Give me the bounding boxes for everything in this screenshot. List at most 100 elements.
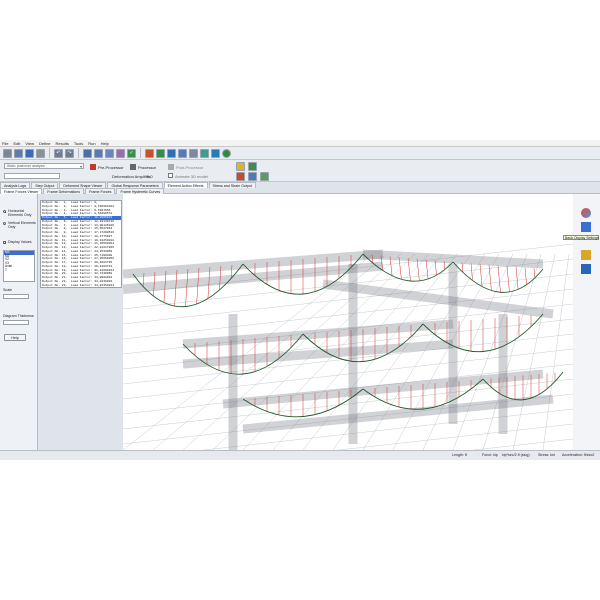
run-icon[interactable] — [145, 148, 154, 158]
frame-forces-diagram[interactable] — [123, 194, 573, 450]
moment-hatch — [506, 266, 510, 292]
postprocessor-button[interactable]: Post-Processor — [176, 165, 203, 170]
list-item[interactable]: T — [4, 268, 34, 273]
display-settings-icon[interactable] — [581, 208, 591, 218]
section-icon[interactable] — [105, 148, 114, 158]
axes-icon[interactable] — [581, 250, 591, 260]
deformation-amplifier-label: Deformation Amplifier: — [112, 174, 152, 179]
postprocessor-icon — [168, 164, 174, 170]
application-window: File Edit View Define Results Tools Run … — [0, 140, 600, 460]
output-step-item[interactable]: Output No. 10, Load Factor: 18,3775987 — [41, 235, 121, 239]
menu-results[interactable]: Results — [56, 141, 69, 146]
tooltip: Basic Display Settings — [563, 235, 599, 240]
node-icon[interactable] — [83, 148, 92, 158]
moment-hatch — [524, 267, 527, 285]
status-length: Length: ft — [452, 453, 467, 457]
menu-bar: File Edit View Define Results Tools Run … — [0, 140, 600, 147]
frame-icon[interactable] — [178, 148, 187, 158]
beam — [222, 369, 544, 409]
teal-icon[interactable] — [200, 148, 209, 158]
menu-run[interactable]: Run — [88, 141, 95, 146]
scale-stepper[interactable] — [3, 294, 29, 299]
output-step-item[interactable]: Output No. 2, Load Factor: 4,530904022 — [41, 205, 121, 209]
processor-button[interactable]: Processor — [138, 165, 156, 170]
output-icon[interactable] — [236, 162, 245, 171]
menu-define[interactable]: Define — [39, 141, 51, 146]
deformation-amplifier-value[interactable]: 5,0 — [147, 174, 153, 179]
moment-hatch — [461, 262, 464, 273]
animate-checkbox[interactable] — [168, 173, 173, 178]
tab-frame-forces[interactable]: Frame Forces — [85, 188, 116, 194]
vertical-elements-label: Vertical Elements Only — [8, 221, 36, 229]
grid-line — [392, 253, 500, 450]
3d-model-viewport[interactable] — [123, 194, 573, 450]
horizontal-elements-radio[interactable] — [3, 210, 6, 213]
analysis-toolbar: Static pushover analysis ▾ Pre-Processor … — [0, 160, 600, 182]
grid-line — [512, 253, 556, 450]
output-step-item[interactable]: Output No. 22, Load Factor: 34,0239093 — [41, 280, 121, 284]
display-values-label: Display Values — [8, 240, 32, 244]
view-icon[interactable] — [581, 222, 591, 232]
status-stress: Stress: ksf — [538, 453, 555, 457]
status-acceleration: Acceleration: ft/sec2 — [562, 453, 595, 457]
blue-icon[interactable] — [211, 148, 220, 158]
main-toolbar: ↶ ↷ ✓ — [0, 147, 600, 160]
scale-label: Scale — [3, 288, 12, 292]
help-button[interactable]: Help — [4, 334, 26, 341]
output-step-list[interactable]: Output No. 1, Load Factor: 0, Output No. … — [40, 200, 122, 288]
print-icon[interactable] — [36, 148, 45, 158]
chart-icon[interactable] — [236, 172, 245, 181]
redo-icon[interactable]: ↷ — [65, 148, 74, 158]
toolbar-separator — [140, 148, 141, 158]
moment-hatch — [407, 257, 411, 282]
thickness-stepper[interactable] — [3, 320, 29, 325]
preprocessor-button[interactable]: Pre-Processor — [98, 165, 124, 170]
undo-icon[interactable]: ↶ — [54, 148, 63, 158]
toolbar-separator — [78, 148, 79, 158]
menu-view[interactable]: View — [25, 141, 34, 146]
zoom-icon[interactable] — [581, 264, 591, 274]
processor-icon — [130, 164, 136, 170]
export-icon[interactable] — [260, 172, 269, 181]
component-list[interactable]: M3 M2 V2 V3 Axial T — [3, 250, 35, 282]
horizontal-elements-label: Horizontal Elements Only — [8, 209, 32, 217]
status-bar: Length: ft Force: kip kip*sec/2 ft (slug… — [0, 450, 600, 460]
settings-icon[interactable] — [189, 148, 198, 158]
moment-hatch — [479, 264, 483, 287]
toolbar-separator — [49, 148, 50, 158]
layers-icon[interactable] — [167, 148, 176, 158]
moment-hatch — [497, 265, 501, 293]
moment-hatch — [425, 259, 429, 279]
vertical-elements-radio[interactable] — [3, 222, 6, 225]
check-icon[interactable]: ✓ — [127, 148, 136, 158]
status-force: Force: kip — [482, 453, 498, 457]
output-step-item[interactable]: Output No. 24, Load Factor: 35,19258386 — [41, 287, 121, 288]
grid-line — [482, 253, 542, 450]
display-values-checkbox[interactable]: ✓ — [3, 241, 7, 245]
menu-edit[interactable]: Edit — [13, 141, 20, 146]
menu-help[interactable]: Help — [101, 141, 109, 146]
moment-hatch — [434, 260, 437, 276]
left-options-panel: Horizontal Elements Only Vertical Elemen… — [0, 194, 38, 450]
analysis-name-field[interactable] — [4, 173, 60, 179]
beam — [182, 319, 454, 349]
globe-icon[interactable] — [156, 148, 165, 158]
chevron-down-icon: ▾ — [79, 164, 82, 169]
menu-file[interactable]: File — [2, 141, 8, 146]
open-icon[interactable] — [14, 148, 23, 158]
save-icon[interactable] — [25, 148, 34, 158]
analysis-type-select[interactable]: Static pushover analysis ▾ — [4, 163, 84, 169]
graph-icon[interactable] — [248, 162, 257, 171]
tab-frame-deformations[interactable]: Frame Deformations — [43, 188, 85, 194]
output-step-item[interactable]: Output No. 18, Load Factor: 29,8403781 — [41, 265, 121, 269]
diagram-thickness-label: Diagram Thickness — [3, 314, 34, 318]
table-icon[interactable] — [248, 172, 257, 181]
menu-tools[interactable]: Tools — [74, 141, 83, 146]
material-icon[interactable] — [116, 148, 125, 158]
element-icon[interactable] — [94, 148, 103, 158]
new-icon[interactable] — [3, 148, 12, 158]
output-step-item[interactable]: Output No. 6, Load Factor: 12,49130746 — [41, 220, 121, 224]
globe-icon[interactable] — [222, 148, 231, 158]
moment-hatch — [470, 263, 473, 281]
output-step-item[interactable]: Output No. 14, Load Factor: 24,2533959 — [41, 250, 121, 254]
